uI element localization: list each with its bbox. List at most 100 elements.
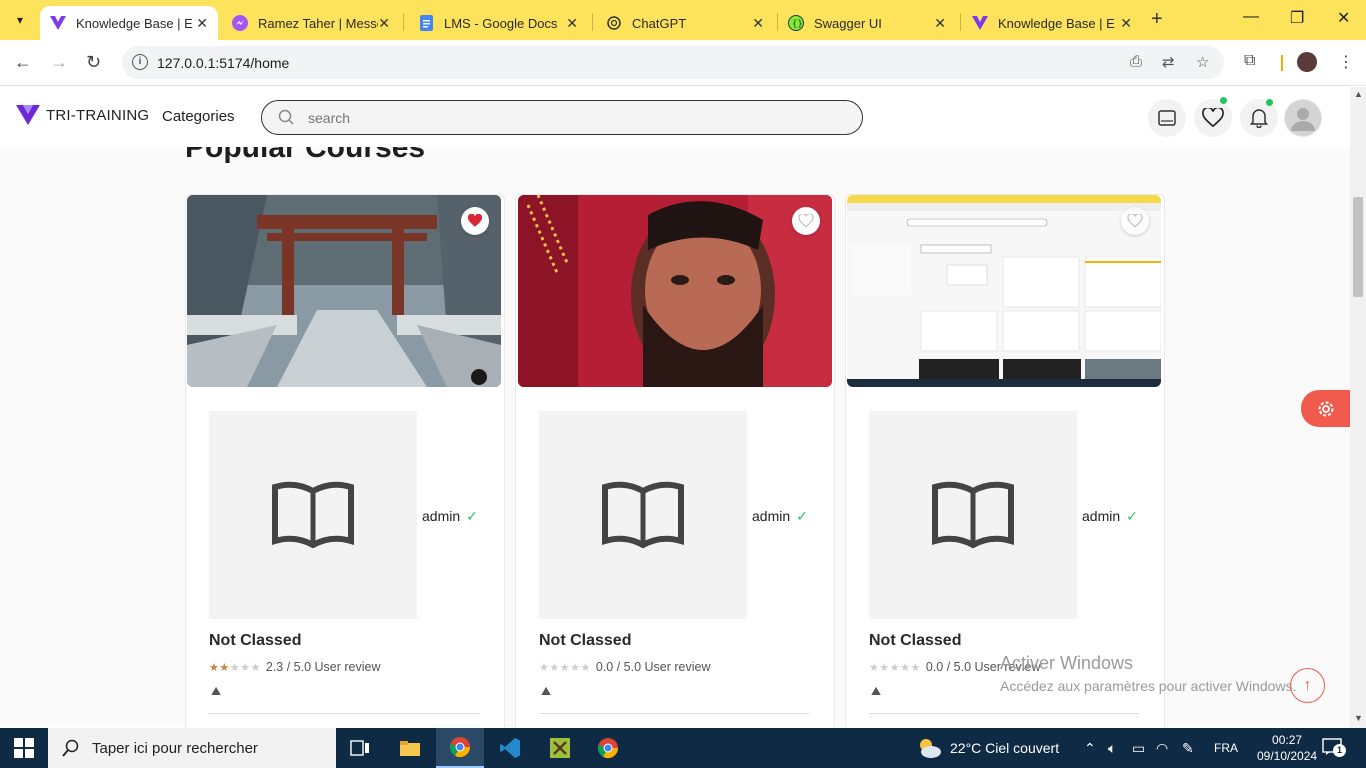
- notifications-button[interactable]: [1240, 99, 1278, 137]
- speaker-icon[interactable]: 🔈︎: [1108, 740, 1116, 757]
- back-icon[interactable]: ←: [14, 52, 32, 73]
- url-text: 127.0.0.1:5174/home: [157, 55, 290, 71]
- book-icon: [602, 481, 684, 549]
- book-icon: [272, 481, 354, 549]
- battery-icon[interactable]: ▭: [1132, 740, 1145, 757]
- minimize-icon[interactable]: —: [1243, 8, 1259, 26]
- bookmark-star-icon[interactable]: ☆: [1196, 53, 1209, 71]
- favorite-button[interactable]: [1121, 207, 1149, 235]
- heart-outline-icon: [1127, 214, 1143, 228]
- star-rating: ★ ★ ★ ★ ★: [539, 661, 591, 674]
- v-logo-icon: [16, 105, 40, 125]
- categories-menu[interactable]: Categories: [162, 108, 235, 125]
- v-logo-icon: [972, 15, 988, 31]
- close-icon[interactable]: ✕: [378, 15, 390, 32]
- course-thumbnail[interactable]: [518, 195, 832, 387]
- tools-app-icon[interactable]: [536, 728, 584, 768]
- close-icon[interactable]: ✕: [934, 15, 946, 32]
- messenger-icon: [232, 15, 248, 31]
- vscode-icon[interactable]: [486, 728, 534, 768]
- course-thumbnail[interactable]: [847, 195, 1161, 387]
- profile-avatar[interactable]: [1297, 52, 1317, 72]
- tab-knowledge-base-1[interactable]: Knowledge Base | E Lea ✕: [40, 6, 218, 40]
- course-card[interactable]: admin ✓ Not Classed ★ ★ ★ ★ ★ 0.0 / 5.0 User …: [515, 194, 835, 727]
- site-info-icon[interactable]: i: [132, 54, 148, 70]
- window-close-icon[interactable]: ✕: [1337, 8, 1350, 28]
- chrome-icon[interactable]: [436, 728, 484, 768]
- tab-google-docs[interactable]: LMS - Google Docs ✕: [408, 6, 588, 40]
- notifications-icon[interactable]: 1: [1322, 738, 1346, 758]
- course-card[interactable]: admin ✓ Not Classed ★ ★ ★ ★ ★ 0.0 / 5.0 User …: [845, 194, 1165, 727]
- extensions-icon[interactable]: ⧉: [1244, 52, 1255, 70]
- scrollbar-thumb[interactable]: [1353, 197, 1363, 297]
- address-bar: ← → ↻ i 127.0.0.1:5174/home ⎙ ⇄ ☆ ⧉ ⋮: [0, 40, 1366, 86]
- chevron-up-icon[interactable]: ⌃: [1084, 740, 1096, 757]
- translate-icon[interactable]: ⇄: [1162, 53, 1175, 71]
- my-learning-button[interactable]: [1148, 99, 1186, 137]
- tab-swagger[interactable]: {} Swagger UI ✕: [778, 6, 956, 40]
- svg-text:{}: {}: [792, 20, 803, 30]
- search-icon: [62, 739, 79, 757]
- language-indicator[interactable]: FRA: [1214, 741, 1238, 755]
- tab-title: Knowledge Base | E Lea: [76, 15, 196, 31]
- pen-icon[interactable]: ✎: [1182, 740, 1194, 757]
- search-bar: [261, 100, 863, 135]
- app-screenshot-image: [847, 195, 1161, 387]
- close-icon[interactable]: ✕: [566, 15, 578, 32]
- tab-search-button[interactable]: ▾: [8, 8, 32, 32]
- main-content: Popular Courses admin ✓ Not Classed ★ ★ …: [0, 147, 1350, 727]
- url-field[interactable]: i 127.0.0.1:5174/home ⎙ ⇄ ☆: [122, 46, 1224, 79]
- tab-knowledge-base-2[interactable]: Knowledge Base | E Lea ✕: [962, 6, 1142, 40]
- course-title: Not Classed: [209, 632, 302, 649]
- heart-icon: [1202, 108, 1224, 128]
- close-icon[interactable]: ✕: [752, 15, 764, 32]
- heart-filled-icon: [467, 214, 483, 227]
- windows-start-icon[interactable]: [14, 738, 34, 758]
- section-title: Popular Courses: [185, 147, 426, 164]
- restore-icon[interactable]: ❐: [1290, 8, 1304, 28]
- kebab-menu-icon[interactable]: ⋮: [1338, 52, 1354, 72]
- user-avatar[interactable]: [1284, 99, 1322, 137]
- close-icon[interactable]: ✕: [1120, 15, 1132, 32]
- search-icon: [278, 109, 294, 125]
- course-title: Not Classed: [539, 632, 632, 649]
- favorite-button[interactable]: [461, 207, 489, 235]
- reload-icon[interactable]: ↻: [86, 52, 101, 73]
- tab-title: LMS - Google Docs: [444, 15, 558, 31]
- brand-logo[interactable]: TRI-TRAINING: [16, 105, 149, 125]
- scroll-to-top-button[interactable]: ↑: [1290, 668, 1325, 703]
- chatgpt-icon: [606, 15, 622, 31]
- star-rating: ★ ★ ★ ★ ★: [869, 661, 921, 674]
- tab-chatgpt[interactable]: ChatGPT ✕: [596, 6, 774, 40]
- windows-taskbar: Taper ici pour rechercher 22°C Ciel couv…: [0, 728, 1366, 768]
- level-icon: ⛰: [871, 684, 882, 698]
- task-view-icon[interactable]: [336, 728, 384, 768]
- windows-activation-watermark: Activer Windows Accédez aux paramètres p…: [1000, 653, 1297, 694]
- chrome-icon[interactable]: [584, 728, 632, 768]
- taskbar-clock[interactable]: 00:27 09/10/2024: [1257, 732, 1317, 764]
- search-input[interactable]: [308, 107, 828, 129]
- level-icon: ⛰: [541, 684, 552, 698]
- course-cover-placeholder: [539, 411, 747, 619]
- new-tab-icon[interactable]: +: [1151, 8, 1163, 31]
- swagger-icon: {}: [788, 15, 804, 31]
- course-cover-placeholder: [869, 411, 1077, 619]
- favorite-button[interactable]: [792, 207, 820, 235]
- close-icon[interactable]: ✕: [196, 15, 208, 32]
- verified-check-icon: ✓: [1126, 508, 1138, 524]
- wifi-icon[interactable]: ◠: [1156, 740, 1168, 757]
- forward-icon[interactable]: →: [50, 52, 68, 73]
- page-scrollbar[interactable]: ▲ ▼: [1350, 87, 1366, 728]
- course-thumbnail[interactable]: [187, 195, 501, 387]
- install-app-icon[interactable]: ⎙: [1130, 53, 1142, 70]
- course-card[interactable]: admin ✓ Not Classed ★ ★ ★ ★ ★ 2.3 / 5.0 User …: [185, 194, 505, 727]
- gear-icon: [1318, 401, 1333, 416]
- wishlist-button[interactable]: [1194, 99, 1232, 137]
- tab-messenger[interactable]: Ramez Taher | Messenger ✕: [222, 6, 400, 40]
- file-explorer-icon[interactable]: [386, 728, 434, 768]
- taskbar-search[interactable]: Taper ici pour rechercher: [48, 728, 336, 768]
- verified-check-icon: ✓: [796, 508, 808, 524]
- settings-fab[interactable]: [1301, 390, 1350, 427]
- weather-text[interactable]: 22°C Ciel couvert: [950, 740, 1059, 756]
- book-icon: [932, 481, 1014, 549]
